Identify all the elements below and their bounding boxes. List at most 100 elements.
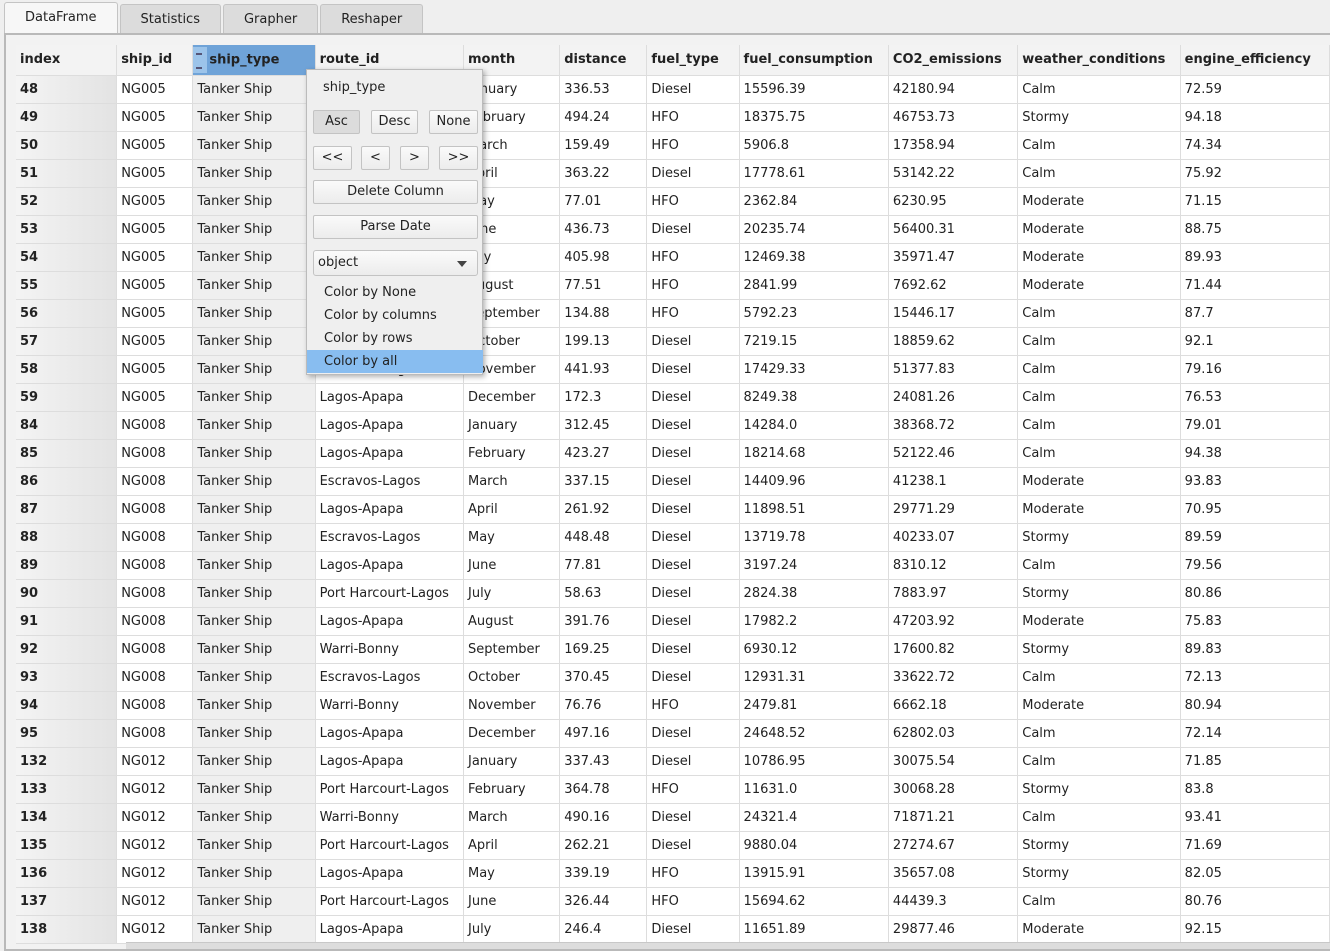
cell-co2-emissions[interactable]: 6662.18 xyxy=(888,691,1019,720)
cell-ship-type[interactable]: Tanker Ship xyxy=(192,663,316,692)
cell-engine-efficiency[interactable]: 94.18 xyxy=(1180,103,1330,132)
cell-engine-efficiency[interactable]: 72.59 xyxy=(1180,75,1330,104)
cell-weather-conditions[interactable]: Moderate xyxy=(1017,495,1181,524)
cell-engine-efficiency[interactable]: 87.7 xyxy=(1180,299,1330,328)
cell-ship-id[interactable]: NG005 xyxy=(116,243,194,272)
menu-color-by-columns[interactable]: Color by columns xyxy=(307,304,483,327)
cell-co2-emissions[interactable]: 38368.72 xyxy=(888,411,1019,440)
cell-index[interactable]: 50 xyxy=(16,131,118,160)
cell-index[interactable]: 84 xyxy=(16,411,118,440)
cell-index[interactable]: 54 xyxy=(16,243,118,272)
cell-route-id[interactable]: Port Harcourt-Lagos xyxy=(315,775,465,804)
cell-ship-id[interactable]: NG008 xyxy=(116,523,194,552)
cell-distance[interactable]: 490.16 xyxy=(559,803,648,832)
cell-fuel-consumption[interactable]: 14409.96 xyxy=(739,467,889,496)
cell-co2-emissions[interactable]: 44439.3 xyxy=(888,887,1019,916)
cell-month[interactable]: January xyxy=(463,411,561,440)
cell-fuel-consumption[interactable]: 2479.81 xyxy=(739,691,889,720)
cell-month[interactable]: April xyxy=(463,495,561,524)
cell-co2-emissions[interactable]: 46753.73 xyxy=(888,103,1019,132)
cell-fuel-consumption[interactable]: 24648.52 xyxy=(739,719,889,748)
cell-ship-id[interactable]: NG005 xyxy=(116,75,194,104)
cell-distance[interactable]: 261.92 xyxy=(559,495,648,524)
cell-month[interactable]: October xyxy=(463,663,561,692)
cell-fuel-type[interactable]: HFO xyxy=(646,271,740,300)
cell-weather-conditions[interactable]: Moderate xyxy=(1017,691,1181,720)
cell-engine-efficiency[interactable]: 79.01 xyxy=(1180,411,1330,440)
cell-weather-conditions[interactable]: Stormy xyxy=(1017,579,1181,608)
cell-route-id[interactable]: Lagos-Apapa xyxy=(315,439,465,468)
cell-ship-id[interactable]: NG008 xyxy=(116,439,194,468)
cell-engine-efficiency[interactable]: 76.53 xyxy=(1180,383,1330,412)
cell-index[interactable]: 138 xyxy=(16,915,118,944)
column-header-ship-type[interactable]: ship_type xyxy=(192,45,316,76)
cell-distance[interactable]: 134.88 xyxy=(559,299,648,328)
cell-weather-conditions[interactable]: Calm xyxy=(1017,747,1181,776)
cell-month[interactable]: May xyxy=(463,523,561,552)
column-header-fuel-type[interactable]: fuel_type xyxy=(646,45,740,76)
cell-month[interactable]: August xyxy=(463,607,561,636)
cell-distance[interactable]: 312.45 xyxy=(559,411,648,440)
cell-month[interactable]: March xyxy=(463,467,561,496)
cell-fuel-type[interactable]: Diesel xyxy=(646,831,740,860)
cell-weather-conditions[interactable]: Stormy xyxy=(1017,831,1181,860)
cell-route-id[interactable]: Lagos-Apapa xyxy=(315,747,465,776)
cell-engine-efficiency[interactable]: 89.83 xyxy=(1180,635,1330,664)
cell-engine-efficiency[interactable]: 79.16 xyxy=(1180,355,1330,384)
cell-co2-emissions[interactable]: 42180.94 xyxy=(888,75,1019,104)
cell-co2-emissions[interactable]: 35657.08 xyxy=(888,859,1019,888)
cell-distance[interactable]: 77.01 xyxy=(559,187,648,216)
cell-weather-conditions[interactable]: Calm xyxy=(1017,327,1181,356)
menu-color-by-none[interactable]: Color by None xyxy=(307,281,483,304)
cell-fuel-type[interactable]: HFO xyxy=(646,691,740,720)
cell-engine-efficiency[interactable]: 93.41 xyxy=(1180,803,1330,832)
sort-none-button[interactable]: None xyxy=(429,110,478,134)
cell-index[interactable]: 85 xyxy=(16,439,118,468)
cell-fuel-consumption[interactable]: 11631.0 xyxy=(739,775,889,804)
cell-ship-id[interactable]: NG005 xyxy=(116,299,194,328)
cell-ship-id[interactable]: NG005 xyxy=(116,327,194,356)
cell-weather-conditions[interactable]: Calm xyxy=(1017,355,1181,384)
cell-weather-conditions[interactable]: Calm xyxy=(1017,411,1181,440)
cell-route-id[interactable]: Lagos-Apapa xyxy=(315,383,465,412)
cell-fuel-consumption[interactable]: 18214.68 xyxy=(739,439,889,468)
cell-ship-type[interactable]: Tanker Ship xyxy=(192,915,316,944)
cell-engine-efficiency[interactable]: 75.83 xyxy=(1180,607,1330,636)
cell-route-id[interactable]: Port Harcourt-Lagos xyxy=(315,579,465,608)
cell-fuel-consumption[interactable]: 10786.95 xyxy=(739,747,889,776)
cell-fuel-consumption[interactable]: 17778.61 xyxy=(739,159,889,188)
cell-index[interactable]: 93 xyxy=(16,663,118,692)
cell-ship-type[interactable]: Tanker Ship xyxy=(192,327,316,356)
cell-co2-emissions[interactable]: 30068.28 xyxy=(888,775,1019,804)
cell-fuel-type[interactable]: Diesel xyxy=(646,747,740,776)
cell-co2-emissions[interactable]: 6230.95 xyxy=(888,187,1019,216)
cell-ship-type[interactable]: Tanker Ship xyxy=(192,747,316,776)
cell-fuel-type[interactable]: Diesel xyxy=(646,635,740,664)
cell-fuel-consumption[interactable]: 15596.39 xyxy=(739,75,889,104)
cell-ship-id[interactable]: NG012 xyxy=(116,775,194,804)
cell-co2-emissions[interactable]: 51377.83 xyxy=(888,355,1019,384)
cell-index[interactable]: 136 xyxy=(16,859,118,888)
cell-distance[interactable]: 169.25 xyxy=(559,635,648,664)
cell-ship-type[interactable]: Tanker Ship xyxy=(192,355,316,384)
cell-month[interactable]: November xyxy=(463,691,561,720)
cell-engine-efficiency[interactable]: 89.93 xyxy=(1180,243,1330,272)
cell-index[interactable]: 88 xyxy=(16,523,118,552)
cell-distance[interactable]: 441.93 xyxy=(559,355,648,384)
cell-ship-id[interactable]: NG005 xyxy=(116,103,194,132)
cell-ship-type[interactable]: Tanker Ship xyxy=(192,775,316,804)
cell-index[interactable]: 89 xyxy=(16,551,118,580)
cell-distance[interactable]: 77.81 xyxy=(559,551,648,580)
tab-statistics[interactable]: Statistics xyxy=(119,4,221,34)
cell-co2-emissions[interactable]: 18859.62 xyxy=(888,327,1019,356)
cell-route-id[interactable]: Escravos-Lagos xyxy=(315,467,465,496)
cell-month[interactable]: February xyxy=(463,775,561,804)
cell-route-id[interactable]: Lagos-Apapa xyxy=(315,915,465,944)
move-left-button[interactable]: < xyxy=(361,146,390,170)
cell-route-id[interactable]: Port Harcourt-Lagos xyxy=(315,887,465,916)
cell-weather-conditions[interactable]: Stormy xyxy=(1017,635,1181,664)
column-header-index[interactable]: index xyxy=(16,45,118,76)
cell-weather-conditions[interactable]: Calm xyxy=(1017,663,1181,692)
cell-engine-efficiency[interactable]: 80.94 xyxy=(1180,691,1330,720)
cell-month[interactable]: June xyxy=(463,887,561,916)
